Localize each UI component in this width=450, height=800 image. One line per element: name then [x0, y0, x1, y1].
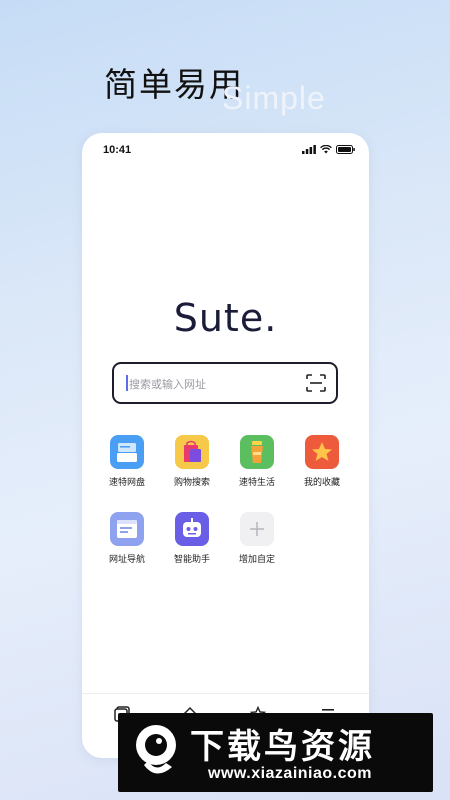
shortcut-add-custom[interactable]: 增加自定 — [227, 512, 287, 565]
plus-icon — [240, 512, 274, 546]
text-caret — [126, 375, 128, 391]
shopping-bag-icon — [175, 435, 209, 469]
wifi-icon — [320, 145, 332, 154]
drink-cup-icon — [240, 435, 274, 469]
shortcut-my-favorites[interactable]: 我的收藏 — [292, 435, 352, 488]
shortcut-sute-cloud[interactable]: 速特网盘 — [97, 435, 157, 488]
shortcut-label: 我的收藏 — [303, 478, 340, 488]
search-placeholder: 搜索或输入网址 — [129, 378, 206, 391]
status-time: 10:41 — [103, 144, 132, 156]
shortcut-label: 购物搜索 — [173, 478, 210, 488]
scan-icon[interactable] — [306, 374, 326, 392]
watermark-url: www.xiazainiao.com — [208, 765, 373, 782]
status-bar: 10:41 — [82, 133, 369, 169]
phone-screen: 10:41 Sute. 搜索或输入网址 速特网盘 购物搜索 速特生活 我的收藏 … — [82, 133, 369, 758]
shortcut-label: 速特网盘 — [108, 478, 145, 488]
shortcut-smart-assistant[interactable]: 智能助手 — [162, 512, 222, 565]
browser-window-icon — [110, 512, 144, 546]
signal-icon — [302, 145, 316, 154]
shortcut-shopping-search[interactable]: 购物搜索 — [162, 435, 222, 488]
shortcut-url-navigation[interactable]: 网址导航 — [97, 512, 157, 565]
battery-icon — [336, 145, 355, 154]
shortcut-label: 网址导航 — [108, 555, 145, 565]
shortcut-sute-life[interactable]: 速特生活 — [227, 435, 287, 488]
cloud-disk-icon — [110, 435, 144, 469]
star-icon — [305, 435, 339, 469]
shortcut-label: 速特生活 — [238, 478, 275, 488]
bird-logo-icon — [136, 725, 176, 774]
promo-subheadline: Simple — [222, 80, 326, 116]
watermark-banner: 下载鸟资源 www.xiazainiao.com — [118, 713, 433, 792]
shortcut-label: 智能助手 — [173, 555, 210, 565]
robot-icon — [175, 512, 209, 546]
shortcut-label: 增加自定 — [238, 555, 275, 565]
watermark-title: 下载鸟资源 — [190, 727, 375, 767]
search-input[interactable]: 搜索或输入网址 — [112, 362, 338, 404]
sute-logo: Sute. — [173, 296, 278, 340]
